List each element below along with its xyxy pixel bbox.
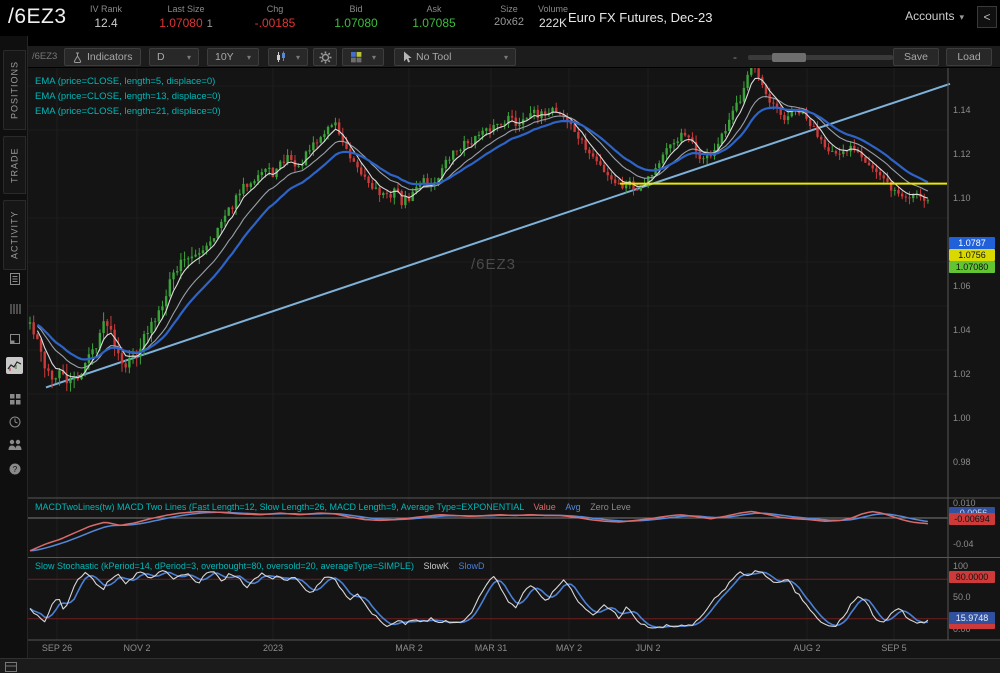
macd-value-legend: Value bbox=[533, 502, 556, 512]
macd-axis-label: -0.04 bbox=[953, 539, 974, 549]
contract-description: Euro FX Futures, Dec-23 bbox=[568, 10, 713, 25]
study-label-ema13[interactable]: EMA (price=CLOSE, length=13, displace=0) bbox=[35, 91, 221, 102]
candlestick-icon bbox=[277, 51, 285, 62]
symbol-watermark: /6EZ3 bbox=[471, 256, 517, 273]
sidebar-tab-activity[interactable]: ACTIVITY bbox=[3, 200, 26, 270]
dock-icon[interactable] bbox=[5, 662, 17, 672]
time-axis-label: SEP 26 bbox=[41, 643, 73, 653]
chevron-down-icon: ▾ bbox=[246, 52, 251, 62]
time-axis-label: SEP 5 bbox=[881, 643, 907, 653]
chevron-down-icon: ▾ bbox=[371, 52, 376, 62]
stoch-overbought-badge: 80.0000 bbox=[949, 571, 995, 583]
price-axis-label: 1.10 bbox=[953, 193, 971, 203]
stoch-study-label[interactable]: Slow Stochastic (kPeriod=14, dPeriod=3, … bbox=[35, 561, 485, 571]
flask-icon bbox=[73, 52, 82, 63]
macd-study-label[interactable]: MACDTwoLines(tw) MACD Two Lines (Fast Le… bbox=[35, 502, 631, 512]
zoom-slider-handle[interactable] bbox=[772, 53, 806, 62]
period-dropdown[interactable]: D ▾ bbox=[149, 48, 199, 66]
chevron-down-icon: ▾ bbox=[503, 52, 508, 62]
time-axis-label: MAY 2 bbox=[555, 643, 583, 653]
sidebar-tab-positions[interactable]: POSITIONS bbox=[3, 50, 26, 130]
time-axis-label: MAR 31 bbox=[474, 643, 508, 653]
stoch-axis-label: 50.0 bbox=[953, 592, 971, 602]
stat-bid: Bid 1.07080 bbox=[334, 4, 378, 30]
layout-grid-dropdown[interactable]: ▾ bbox=[342, 48, 384, 66]
price-axis-label: 1.00 bbox=[953, 413, 971, 423]
macd-avg-legend: Avg bbox=[565, 502, 581, 512]
save-button[interactable]: Save bbox=[893, 48, 939, 66]
report-icon[interactable] bbox=[6, 270, 23, 287]
chevron-down-icon: ▾ bbox=[295, 52, 300, 62]
sidebar-tab-trade[interactable]: TRADE bbox=[3, 136, 26, 194]
collapse-panel-button[interactable]: < bbox=[977, 6, 997, 28]
range-dropdown[interactable]: 10Y ▾ bbox=[207, 48, 259, 66]
history-icon[interactable] bbox=[6, 413, 23, 430]
left-sidebar: POSITIONS TRADE ACTIVITY ? bbox=[0, 36, 28, 658]
load-button[interactable]: Load bbox=[946, 48, 992, 66]
zoom-out-button[interactable]: - bbox=[733, 50, 737, 64]
stoch-current-badge: 15.9748 bbox=[949, 612, 995, 624]
price-axis-label: 1.06 bbox=[953, 281, 971, 291]
stat-last-size: Last Size 1.07080 1 bbox=[159, 4, 213, 30]
price-axis-label: 1.12 bbox=[953, 149, 971, 159]
last-size-qty: 1 bbox=[206, 18, 213, 30]
time-axis-label: AUG 2 bbox=[793, 643, 821, 653]
time-axis-label: 2023 bbox=[262, 643, 284, 653]
chevron-down-icon: ▾ bbox=[186, 52, 191, 62]
chart-type-dropdown[interactable]: ▾ bbox=[268, 48, 308, 66]
study-label-ema5[interactable]: EMA (price=CLOSE, length=5, displace=0) bbox=[35, 76, 215, 87]
price-axis-label: 0.98 bbox=[953, 457, 971, 467]
bottom-strip bbox=[0, 658, 1000, 673]
settings-gear-button[interactable] bbox=[313, 48, 337, 66]
macd-zero-legend: Zero Leve bbox=[590, 502, 631, 512]
header-bar: /6EZ3 IV Rank 12.4 Last Size 1.07080 1 Ch… bbox=[0, 0, 1000, 36]
chart-toolbar: /6EZ3 Indicators D ▾ 10Y ▾ ▾ ▾ No Tool ▾ - bbox=[28, 46, 1000, 68]
panel-icon[interactable] bbox=[6, 330, 23, 347]
bars-icon[interactable] bbox=[6, 300, 23, 317]
macd-value-badge: -0.00694 bbox=[949, 513, 995, 525]
grid-icon[interactable] bbox=[6, 390, 23, 407]
accounts-menu[interactable]: Accounts ▾ bbox=[905, 9, 964, 23]
toolbar-symbol-label: /6EZ3 bbox=[32, 51, 58, 62]
time-axis-label: MAR 2 bbox=[395, 643, 423, 653]
chevron-down-icon: ▾ bbox=[959, 12, 964, 22]
zoom-slider[interactable] bbox=[748, 53, 893, 62]
time-axis-label: NOV 2 bbox=[123, 643, 151, 653]
stoch-axis-label: 100 bbox=[953, 561, 969, 571]
indicators-button[interactable]: Indicators bbox=[64, 48, 141, 66]
gear-icon bbox=[319, 51, 331, 63]
stat-iv-rank: IV Rank 12.4 bbox=[89, 4, 122, 30]
layout-icon bbox=[351, 52, 362, 63]
price-axis-label: 1.04 bbox=[953, 325, 971, 335]
support-price-badge: 1.0756 bbox=[949, 249, 995, 261]
stat-ask: Ask 1.07085 bbox=[412, 4, 456, 30]
svg-text:?: ? bbox=[12, 465, 17, 474]
ema-price-badge: 1.0787 bbox=[949, 237, 995, 249]
stoch-d-legend: SlowD bbox=[458, 561, 485, 571]
chart-icon[interactable] bbox=[6, 357, 23, 374]
price-axis-label: 1.14 bbox=[953, 105, 971, 115]
symbol-title: /6EZ3 bbox=[8, 5, 67, 28]
drawing-tool-dropdown[interactable]: No Tool ▾ bbox=[394, 48, 516, 66]
stoch-k-legend: SlowK bbox=[423, 561, 450, 571]
people-icon[interactable] bbox=[6, 436, 23, 453]
time-axis-label: JUN 2 bbox=[635, 643, 661, 653]
last-price-badge: 1.07080 bbox=[949, 261, 995, 273]
study-label-ema21[interactable]: EMA (price=CLOSE, length=21, displace=0) bbox=[35, 106, 221, 117]
cursor-icon bbox=[404, 51, 412, 63]
price-axis-label: 1.02 bbox=[953, 369, 971, 379]
app-window: /6EZ3 IV Rank 12.4 Last Size 1.07080 1 Ch… bbox=[0, 0, 1000, 673]
help-icon[interactable]: ? bbox=[6, 460, 23, 477]
stat-chg: Chg -.00185 bbox=[254, 4, 296, 30]
